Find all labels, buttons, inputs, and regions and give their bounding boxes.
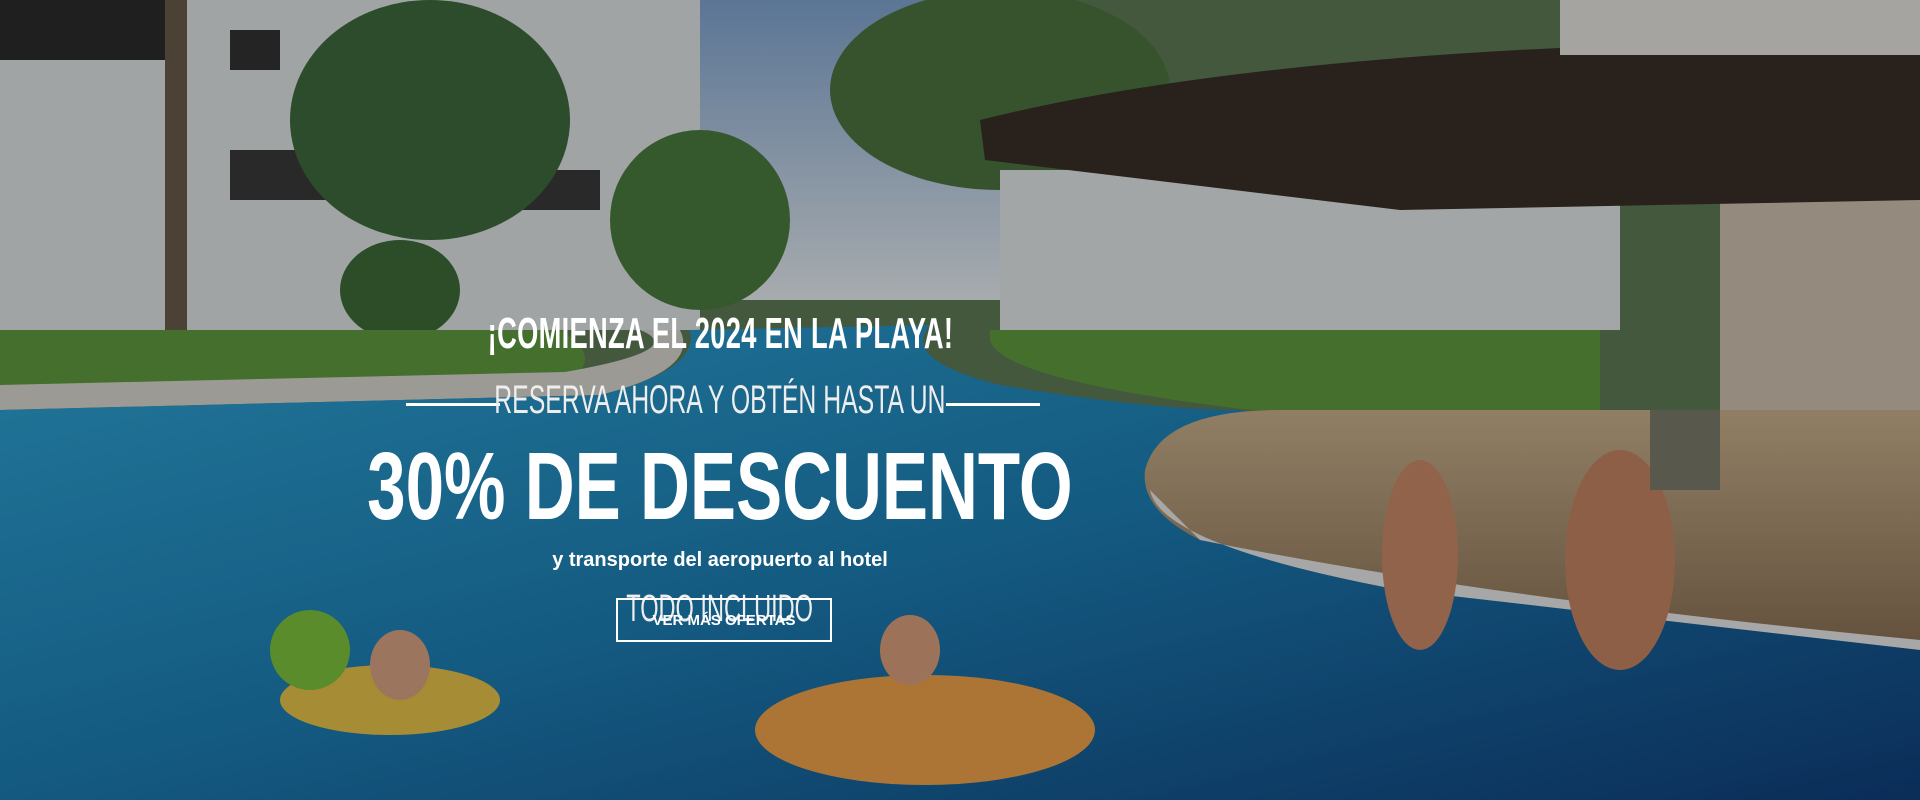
subheadline: RESERVA AHORA Y OBTÉN HASTA UN bbox=[494, 378, 946, 422]
headline: ¡COMIENZA EL 2024 EN LA PLAYA! bbox=[487, 309, 953, 358]
discount-text: 30% DE DESCUENTO bbox=[367, 433, 1073, 540]
extra-benefit-text: y transporte del aeropuerto al hotel bbox=[552, 549, 888, 571]
see-more-offers-button[interactable]: VER MÁS OFERTAS bbox=[616, 598, 832, 642]
